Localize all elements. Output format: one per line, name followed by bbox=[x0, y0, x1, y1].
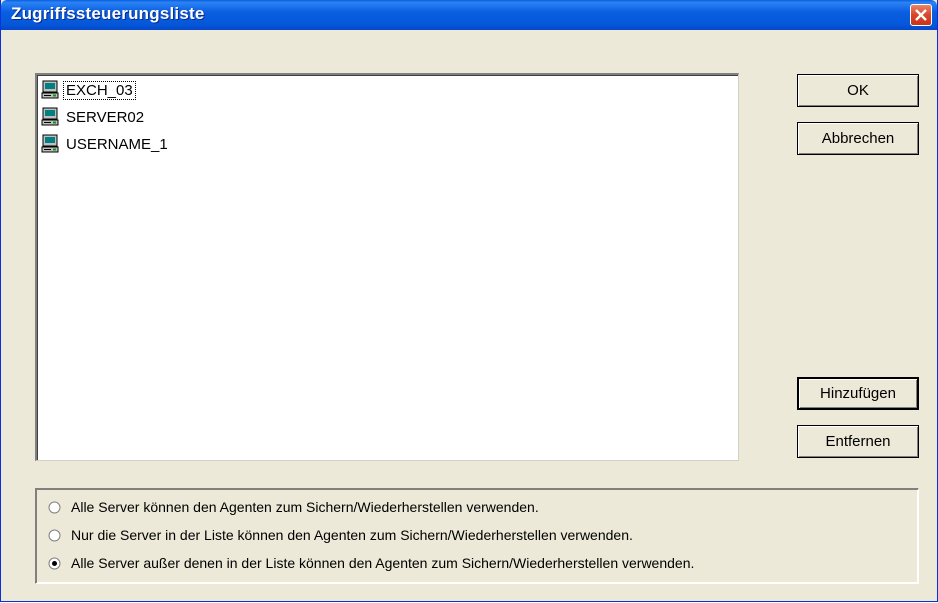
list-item-label: SERVER02 bbox=[66, 108, 145, 126]
radio-label: Alle Server außer denen in der Liste kön… bbox=[71, 555, 695, 571]
radio-option-all-except-listed[interactable]: Alle Server außer denen in der Liste kön… bbox=[48, 553, 694, 573]
radio-button[interactable] bbox=[48, 501, 61, 514]
radio-button-selected[interactable] bbox=[48, 557, 61, 570]
server-list[interactable]: EXCH_03 SERVER02 USERNAME_1 bbox=[35, 73, 739, 461]
server-icon bbox=[41, 107, 59, 126]
ok-button[interactable]: OK bbox=[797, 74, 919, 107]
server-icon bbox=[41, 134, 59, 153]
list-item[interactable]: SERVER02 bbox=[41, 106, 146, 128]
list-item[interactable]: USERNAME_1 bbox=[41, 133, 170, 155]
cancel-button[interactable]: Abbrechen bbox=[797, 122, 919, 155]
access-mode-group: Alle Server können den Agenten zum Siche… bbox=[35, 488, 919, 584]
add-button[interactable]: Hinzufügen bbox=[797, 377, 919, 410]
radio-option-listed-servers-only[interactable]: Nur die Server in der Liste können den A… bbox=[48, 525, 633, 545]
close-button[interactable] bbox=[910, 4, 932, 26]
list-item-label: USERNAME_1 bbox=[66, 135, 168, 153]
remove-button[interactable]: Entfernen bbox=[797, 425, 919, 458]
server-icon bbox=[41, 80, 59, 99]
radio-label: Nur die Server in der Liste können den A… bbox=[71, 527, 633, 543]
acl-dialog: Zugriffssteuerungsliste EXCH_03 SERVER02… bbox=[0, 0, 938, 602]
list-item[interactable]: EXCH_03 bbox=[41, 79, 136, 101]
radio-button[interactable] bbox=[48, 529, 61, 542]
list-item-label: EXCH_03 bbox=[63, 80, 136, 100]
radio-label: Alle Server können den Agenten zum Siche… bbox=[71, 499, 539, 515]
radio-option-all-servers[interactable]: Alle Server können den Agenten zum Siche… bbox=[48, 497, 539, 517]
window-title: Zugriffssteuerungsliste bbox=[11, 4, 205, 23]
title-bar[interactable]: Zugriffssteuerungsliste bbox=[1, 0, 937, 30]
close-icon bbox=[915, 9, 927, 21]
